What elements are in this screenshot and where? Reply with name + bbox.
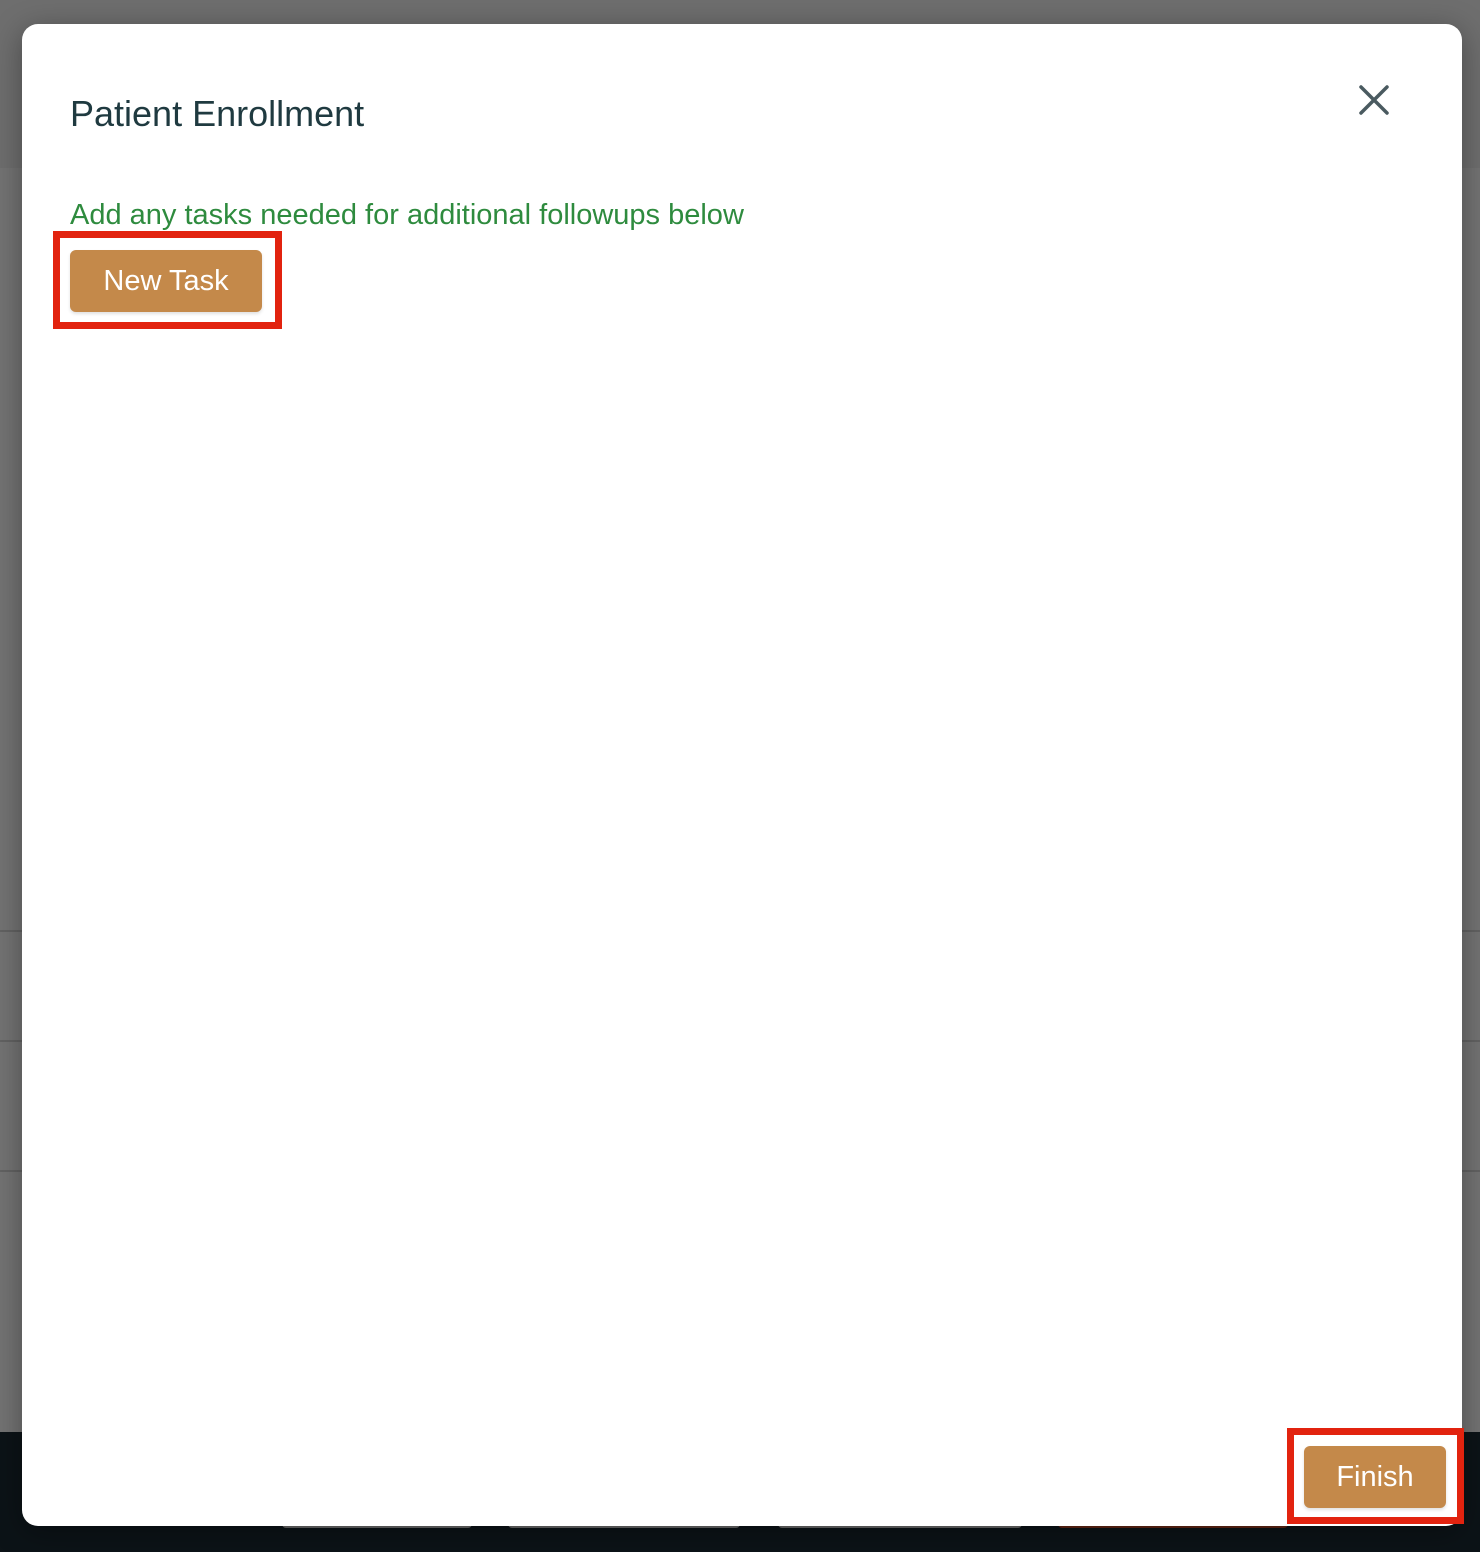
dialog-title: Patient Enrollment [70, 93, 365, 134]
close-icon [1359, 85, 1389, 115]
dialog-instructions: Add any tasks needed for additional foll… [70, 199, 744, 231]
patient-enrollment-dialog: Patient Enrollment Add any tasks needed … [22, 24, 1464, 1526]
new-task-button[interactable]: New Task [70, 250, 262, 312]
finish-button[interactable]: Finish [1304, 1446, 1446, 1508]
close-button[interactable] [1348, 74, 1400, 126]
screen: Patient Enrollment Add any tasks needed … [0, 0, 1480, 1552]
